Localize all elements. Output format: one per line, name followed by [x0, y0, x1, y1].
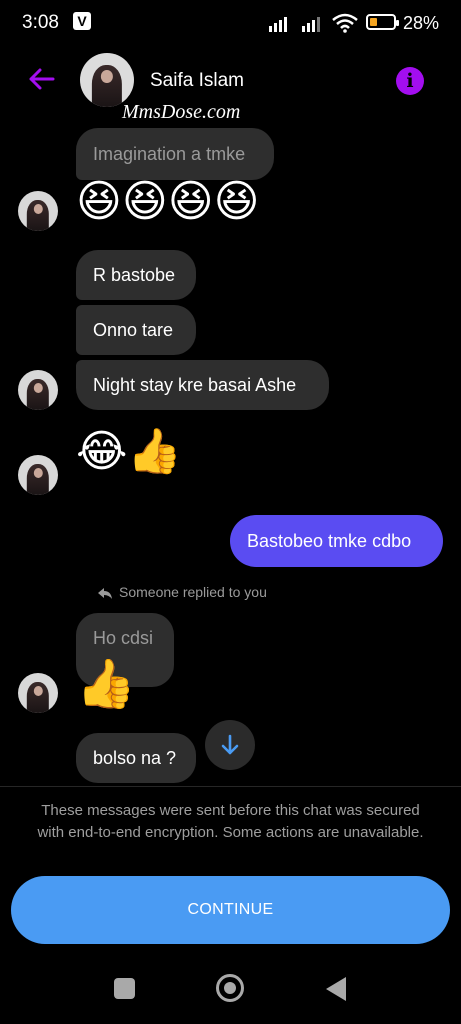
replied-note: Someone replied to you [119, 584, 267, 600]
like-reaction[interactable]: 👍 [76, 660, 136, 708]
continue-button[interactable]: CONTINUE [11, 876, 450, 944]
nav-back-icon[interactable] [326, 977, 346, 1001]
message-bubble[interactable]: Night stay kre basai Ashe [76, 360, 329, 410]
outgoing-message-bubble[interactable]: Bastobeo tmke cdbo [230, 515, 443, 567]
encryption-notice: These messages were sent before this cha… [37, 802, 424, 841]
divider [0, 786, 461, 787]
sender-avatar[interactable] [18, 370, 58, 410]
wifi-icon [332, 13, 358, 33]
emoji-message[interactable]: 😂👍 [76, 430, 182, 474]
message-bubble[interactable]: Imagination a tmke [76, 128, 274, 180]
app-notification-icon: V [73, 12, 91, 30]
sender-avatar[interactable] [18, 673, 58, 713]
contact-avatar[interactable] [80, 53, 134, 107]
status-time: 3:08 [22, 12, 59, 33]
signal-icon [269, 17, 287, 32]
reply-arrow-icon [98, 588, 112, 599]
scroll-down-icon [221, 734, 239, 755]
battery-icon [366, 14, 399, 30]
message-bubble[interactable]: bolso na ? [76, 733, 196, 783]
battery-percent: 28% [403, 13, 440, 33]
sender-avatar[interactable] [18, 191, 58, 231]
emoji-message[interactable]: 😆😆😆😆 [76, 180, 259, 224]
message-bubble[interactable]: Onno tare [76, 305, 196, 355]
home-icon[interactable] [216, 974, 244, 1002]
recents-icon[interactable] [114, 978, 135, 999]
contact-name[interactable]: Saifa Islam [150, 70, 244, 92]
message-bubble[interactable]: R bastobe [76, 250, 196, 300]
back-arrow-icon[interactable] [26, 64, 56, 94]
signal-icon-2 [302, 17, 320, 32]
sender-avatar[interactable] [18, 455, 58, 495]
watermark: MmsDose.com [122, 101, 241, 123]
scroll-down-button[interactable] [205, 720, 255, 770]
info-icon[interactable]: i [396, 67, 424, 95]
